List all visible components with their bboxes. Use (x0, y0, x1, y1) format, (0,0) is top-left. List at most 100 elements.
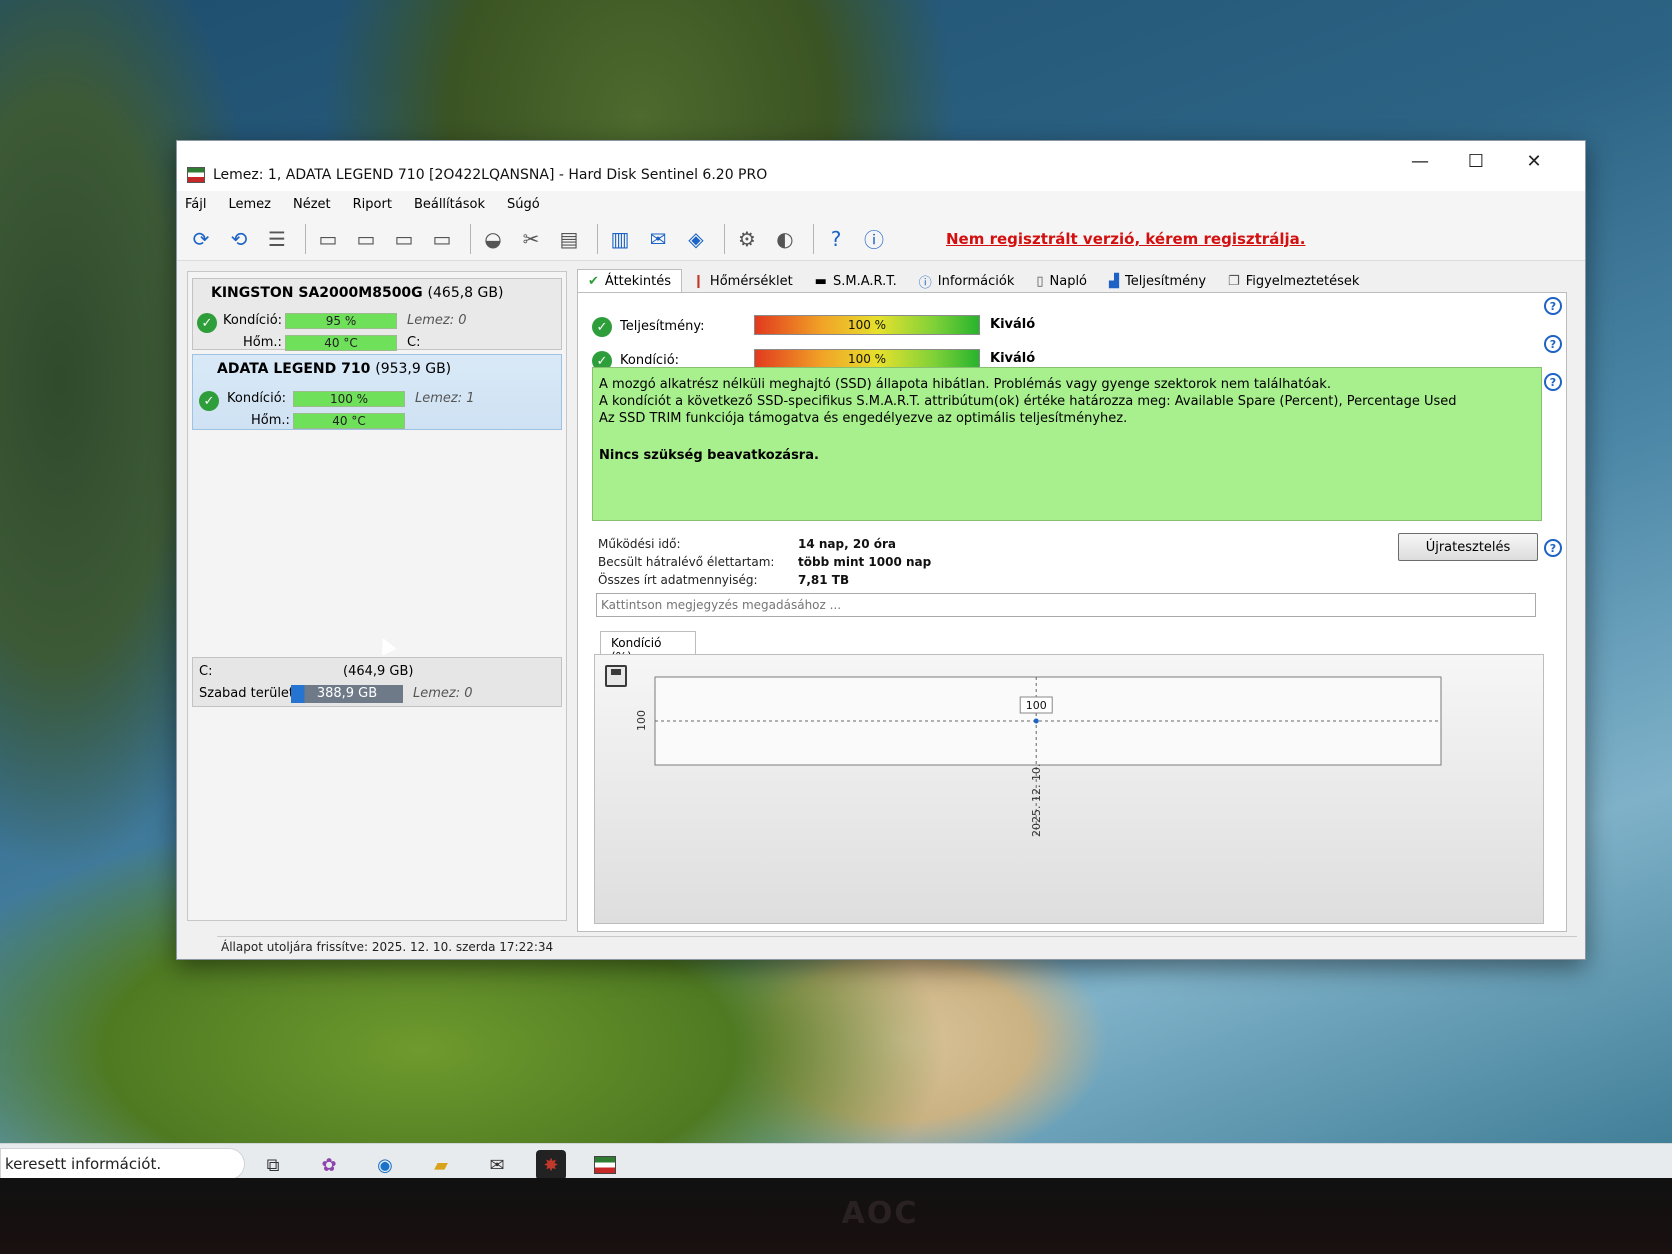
disk-schedule-icon[interactable]: ▭ (350, 223, 382, 255)
log-icon: ▯ (1036, 273, 1044, 289)
uptime-label: Működési idő: (598, 537, 681, 551)
disk-card-kingston[interactable]: KINGSTON SA2000M8500G (465,8 GB) ✓ Kondí… (192, 278, 562, 351)
help-icon[interactable]: ? (1544, 335, 1562, 353)
chart-data-label: 100 (1026, 699, 1047, 712)
email-icon[interactable]: ✉ (642, 223, 674, 255)
info-icon[interactable]: ⓘ (858, 223, 890, 255)
free-space-label: Szabad terület (199, 686, 295, 701)
performance-bar: 100 % (754, 315, 980, 335)
hard-disk-sentinel-taskbar-icon[interactable] (590, 1150, 620, 1184)
smart-icon: ▬ (814, 273, 827, 289)
hdd-icon[interactable]: ◒ (477, 223, 509, 255)
network-icon[interactable]: ▤ (553, 223, 585, 255)
performance-icon: ▟ (1109, 273, 1120, 289)
condition-label: Kondíció: (620, 353, 680, 368)
help-icon[interactable]: ? (1544, 539, 1562, 557)
help-icon[interactable]: ? (1544, 297, 1562, 315)
uptime-value: 14 nap, 20 óra (798, 537, 896, 551)
status-line: A mozgó alkatrész nélküli meghajtó (SSD)… (599, 377, 1331, 392)
disk-test-icon[interactable]: ▭ (312, 223, 344, 255)
taskbar-search-input[interactable]: keresett információt. (0, 1148, 245, 1180)
tab-label: Napló (1049, 273, 1088, 289)
window-title: Lemez: 1, ADATA LEGEND 710 [2O422LQANSNA… (213, 167, 768, 183)
status-action: Nincs szükség beavatkozásra. (599, 448, 819, 463)
app-flag-icon (594, 1156, 616, 1174)
help-icon[interactable]: ? (1544, 373, 1562, 391)
refresh-all-icon[interactable]: ⟲ (223, 223, 255, 255)
performance-rating: Kiváló (990, 317, 1036, 332)
registration-notice-link[interactable]: Nem regisztrált verzió, kérem regisztrál… (946, 230, 1305, 248)
app-flag-icon (187, 167, 205, 183)
title-bar[interactable]: Lemez: 1, ADATA LEGEND 710 [2O422LQANSNA… (177, 141, 1585, 191)
temp-label: Hőm.: (243, 335, 282, 350)
refresh-icon[interactable]: ⟳ (185, 223, 217, 255)
status-message-box: A mozgó alkatrész nélküli meghajtó (SSD)… (592, 367, 1542, 521)
report-icon[interactable]: ▥ (604, 223, 636, 255)
toolbar-separator (597, 223, 598, 254)
tab-strip: ✔ Áttekintés ❙ Hőmérséklet ▬ S.M.A.R.T. … (577, 267, 1567, 293)
ok-check-icon: ✓ (199, 391, 219, 411)
info-icon: ⓘ (918, 275, 932, 291)
toolbar: ⟳ ⟲ ☰ ▭ ▭ ▭ ▭ ◒ ✂ ▤ ▥ ✉ ◈ ⚙ ◐ ? ⓘ Nem re… (177, 217, 1585, 261)
tab-log[interactable]: ▯ Napló (1025, 269, 1098, 293)
volume-card-c[interactable]: C: (464,9 GB) Szabad terület 388,9 GB Le… (192, 657, 562, 707)
condition-bar: 100 % (293, 391, 405, 407)
help-icon[interactable]: ? (820, 223, 852, 255)
condition-label: Kondíció: (223, 313, 283, 328)
tab-performance[interactable]: ▟ Teljesítmény (1098, 269, 1217, 293)
toolbar-separator (724, 223, 725, 254)
status-line: A kondíciót a következő SSD-specifikus S… (599, 394, 1457, 409)
condition-label: Kondíció: (227, 391, 287, 406)
menu-help[interactable]: Súgó (507, 197, 540, 212)
tab-alerts[interactable]: ❐ Figyelmeztetések (1217, 269, 1370, 293)
edge-browser-icon[interactable]: ◉ (370, 1150, 400, 1180)
tab-overview[interactable]: ✔ Áttekintés (577, 269, 683, 293)
minimize-button[interactable]: — (1397, 143, 1443, 179)
web-report-icon[interactable]: ◈ (680, 223, 712, 255)
menu-settings[interactable]: Beállítások (414, 197, 485, 212)
chart-y-tick-label: 100 (635, 710, 648, 731)
condition-chart-frame: 100 100 2025. 12. 10. (594, 654, 1544, 924)
mail-icon[interactable]: ✉ (482, 1150, 512, 1180)
disk-name: ADATA LEGEND 710 (953,9 GB) (217, 361, 452, 377)
tab-label: Áttekintés (604, 273, 672, 289)
written-value: 7,81 TB (798, 573, 850, 587)
monitor-brand-logo: AOC (841, 1196, 919, 1231)
disk-card-adata[interactable]: ADATA LEGEND 710 (953,9 GB) ✓ Kondíció: … (192, 354, 562, 430)
close-button[interactable]: ✕ (1511, 143, 1557, 179)
disk-check-icon[interactable]: ▭ (388, 223, 420, 255)
tab-smart[interactable]: ▬ S.M.A.R.T. (804, 269, 908, 293)
chart-x-tick-label: 2025. 12. 10. (1030, 764, 1043, 837)
media-app-icon[interactable]: ✸ (536, 1150, 566, 1180)
sound-icon[interactable]: ◐ (769, 223, 801, 255)
gear-icon[interactable]: ⚙ (731, 223, 763, 255)
maximize-button[interactable]: ☐ (1453, 143, 1499, 179)
tab-temperature[interactable]: ❙ Hőmérséklet (682, 269, 804, 293)
disk-search-icon[interactable]: ▭ (426, 223, 458, 255)
disk-list-icon[interactable]: ☰ (261, 223, 293, 255)
written-label: Összes írt adatmennyiség: (598, 573, 758, 587)
ok-check-icon: ✓ (197, 313, 217, 333)
status-bar: Állapot utoljára frissítve: 2025. 12. 10… (217, 936, 1577, 958)
menu-report[interactable]: Riport (353, 197, 392, 212)
task-view-icon[interactable]: ⧉ (258, 1150, 288, 1180)
note-input[interactable] (596, 593, 1536, 617)
chart-tab-condition[interactable]: Kondíció (%) (600, 631, 696, 664)
file-explorer-icon[interactable]: ▰ (426, 1150, 456, 1184)
menu-file[interactable]: Fájl (185, 197, 206, 212)
condition-bar: 95 % (285, 313, 397, 329)
status-line: Az SSD TRIM funkciója támogatva és enged… (599, 411, 1128, 426)
app-window: Lemez: 1, ADATA LEGEND 710 [2O422LQANSNA… (176, 140, 1586, 960)
copilot-icon[interactable]: ✿ (314, 1150, 344, 1180)
menu-view[interactable]: Nézet (293, 197, 331, 212)
menu-bar: Fájl Lemez Nézet Riport Beállítások Súgó (177, 191, 1585, 217)
condition-chart: 100 100 2025. 12. 10. (635, 676, 1442, 837)
temp-bar: 40 °C (293, 413, 405, 429)
tab-information[interactable]: ⓘ Információk (908, 269, 1026, 293)
disk-ref: Lemez: 0 (407, 313, 467, 328)
performance-label: Teljesítmény: (620, 319, 705, 334)
menu-disk[interactable]: Lemez (228, 197, 271, 212)
tools-icon[interactable]: ✂ (515, 223, 547, 255)
lifetime-label: Becsült hátralévő élettartam: (598, 555, 775, 569)
retest-button[interactable]: Újratesztelés (1398, 533, 1538, 561)
